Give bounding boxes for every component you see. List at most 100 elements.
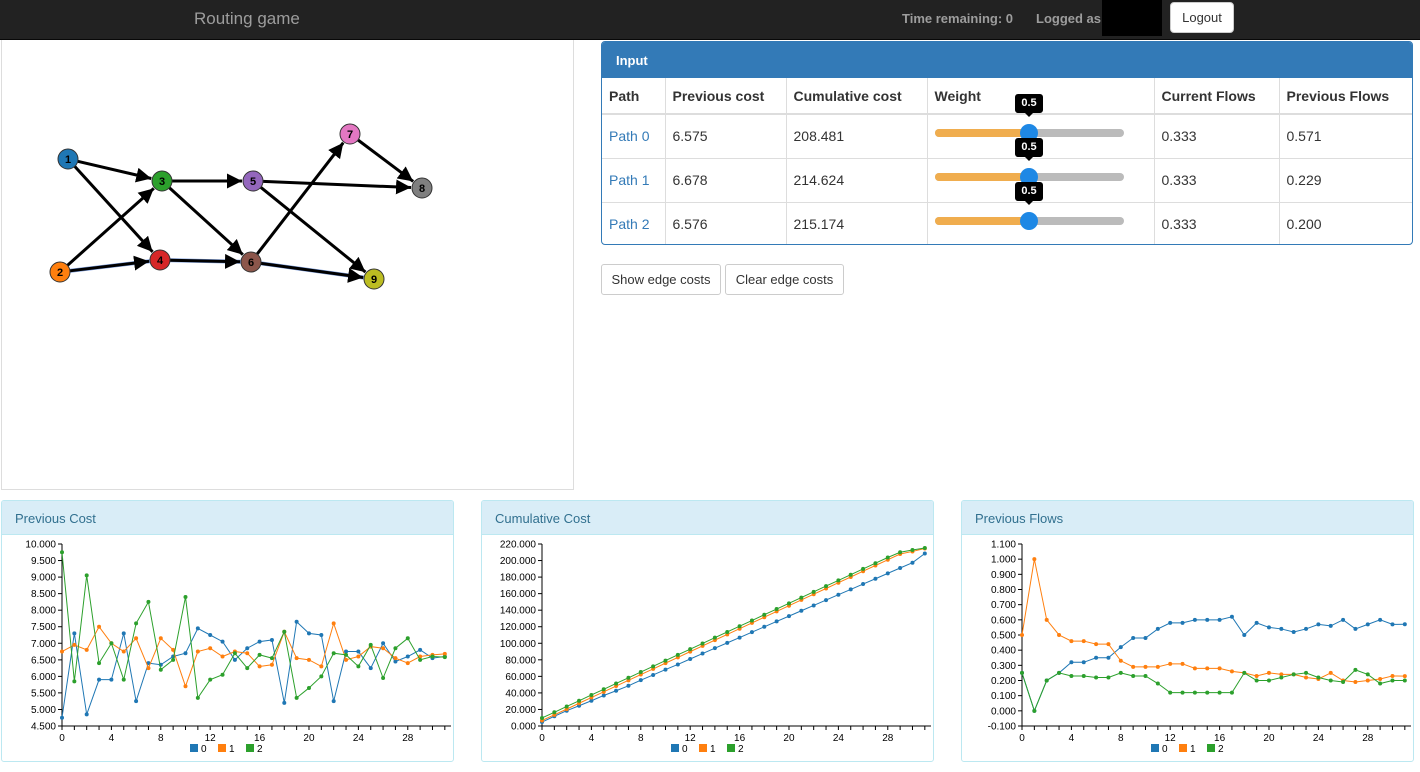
legend-item-1[interactable]: 1 (1179, 744, 1196, 755)
series-2-point (552, 710, 557, 715)
x-tick-label: 8 (158, 733, 164, 744)
series-2-point (257, 652, 262, 657)
series-1-point (195, 649, 200, 654)
series-2-point (1229, 690, 1234, 695)
series-0-point (381, 641, 386, 646)
series-0-point (134, 699, 139, 704)
series-1-point (1106, 642, 1111, 647)
series-1-point (60, 649, 64, 654)
weight-slider-handle[interactable] (1020, 211, 1038, 230)
logout-button[interactable]: Logout (1170, 2, 1234, 33)
series-2-point (60, 550, 64, 555)
edge-2-3[interactable] (66, 187, 155, 267)
node-9[interactable]: 9 (363, 268, 385, 290)
series-0-point (1242, 633, 1247, 637)
legend-item-2[interactable]: 2 (727, 744, 744, 755)
series-2-point (282, 629, 287, 634)
x-tick-label: 28 (1362, 733, 1374, 744)
series-0-point (675, 662, 680, 667)
chart-title: Previous Flows (962, 501, 1413, 535)
series-1-point (269, 662, 274, 667)
series-1-point (183, 684, 188, 689)
node-2[interactable]: 2 (49, 261, 71, 283)
legend-item-2[interactable]: 2 (1207, 744, 1224, 755)
series-0-point (368, 666, 373, 671)
brand-title[interactable]: Routing game (194, 9, 300, 29)
previous-cost-cell: 6.576 (665, 201, 787, 244)
path-link[interactable]: Path 2 (602, 201, 666, 244)
series-1-point (208, 646, 213, 651)
input-panel-heading: Input (602, 42, 1412, 78)
legend-item-2[interactable]: 2 (246, 744, 263, 755)
x-tick-label: 4 (1069, 733, 1075, 744)
series-0-point (1341, 617, 1346, 622)
series-2-point (774, 607, 779, 612)
edge-1-3[interactable] (77, 159, 152, 183)
series-0-point (121, 631, 126, 636)
node-6[interactable]: 6 (240, 251, 262, 273)
input-panel: Input Path Previous cost Cumulative cost… (601, 41, 1413, 245)
edge-5-8[interactable] (262, 179, 412, 195)
legend-item-0[interactable]: 0 (1151, 744, 1168, 755)
node-5[interactable]: 5 (242, 170, 264, 192)
current-flow-cell: 0.333 (1154, 157, 1280, 202)
chart-title: Cumulative Cost (482, 501, 933, 535)
network-graph[interactable]: 1 2 3 4 5 6 7 8 9 (2, 40, 575, 490)
edge-7-8[interactable] (357, 138, 415, 183)
series-0-point (257, 639, 262, 644)
series-0-point (1081, 660, 1086, 665)
path-link[interactable]: Path 1 (602, 157, 666, 202)
y-tick-label: -0.100 (988, 722, 1017, 733)
x-tick-label: 12 (205, 733, 217, 744)
series-1-point (84, 647, 89, 652)
legend-item-1[interactable]: 1 (218, 744, 235, 755)
node-4[interactable]: 4 (149, 249, 171, 271)
edge-2-4[interactable] (69, 255, 150, 273)
series-1-point (344, 657, 349, 662)
weight-slider[interactable]: 0.5 (934, 137, 1124, 186)
series-2-point (1143, 673, 1148, 678)
input-table: Path Previous cost Cumulative cost Weigh… (602, 78, 1412, 244)
node-7[interactable]: 7 (339, 123, 361, 145)
x-tick-label: 16 (1214, 733, 1226, 744)
edge-3-6[interactable] (168, 186, 244, 256)
show-edge-costs-button[interactable]: Show edge costs (601, 264, 721, 295)
legend-label: 1 (229, 744, 235, 755)
series-2-point (700, 641, 705, 646)
edge-6-7[interactable] (255, 141, 345, 256)
weight-slider[interactable]: 0.5 (934, 181, 1124, 230)
current-flow-cell: 0.333 (1154, 113, 1280, 158)
previous-cost-cell: 6.678 (665, 157, 787, 202)
series-0-point (294, 619, 299, 624)
series-0-point (220, 639, 225, 644)
series-2-point (1081, 673, 1086, 678)
y-tick-label: 120.000 (500, 622, 537, 633)
y-tick-label: 0.500 (991, 631, 1016, 642)
series-2-point (418, 657, 423, 662)
legend-item-0[interactable]: 0 (671, 744, 688, 755)
x-tick-label: 20 (303, 733, 315, 744)
edge-6-9[interactable] (260, 261, 364, 283)
series-2-point (564, 704, 569, 709)
col-header-path: Path (602, 78, 666, 115)
series-2-point (430, 654, 435, 659)
edge-1-4[interactable] (73, 165, 154, 253)
series-2-point (232, 651, 237, 656)
legend-item-1[interactable]: 1 (699, 744, 716, 755)
y-tick-label: 9.000 (31, 573, 56, 584)
node-label: 7 (347, 129, 353, 141)
edge-4-6[interactable] (169, 253, 241, 269)
y-tick-label: 0.600 (991, 615, 1016, 626)
node-3[interactable]: 3 (151, 170, 173, 192)
node-label: 3 (159, 176, 165, 188)
series-0-point (811, 603, 816, 608)
series-1-point (356, 654, 361, 659)
node-8[interactable]: 8 (411, 177, 433, 199)
node-1[interactable]: 1 (57, 148, 79, 170)
weight-slider[interactable]: 0.5 (934, 94, 1124, 142)
clear-edge-costs-button[interactable]: Clear edge costs (725, 264, 844, 295)
series-2-point (269, 656, 274, 661)
path-link[interactable]: Path 0 (602, 113, 666, 158)
legend-item-0[interactable]: 0 (190, 744, 207, 755)
x-tick-label: 4 (589, 733, 595, 744)
